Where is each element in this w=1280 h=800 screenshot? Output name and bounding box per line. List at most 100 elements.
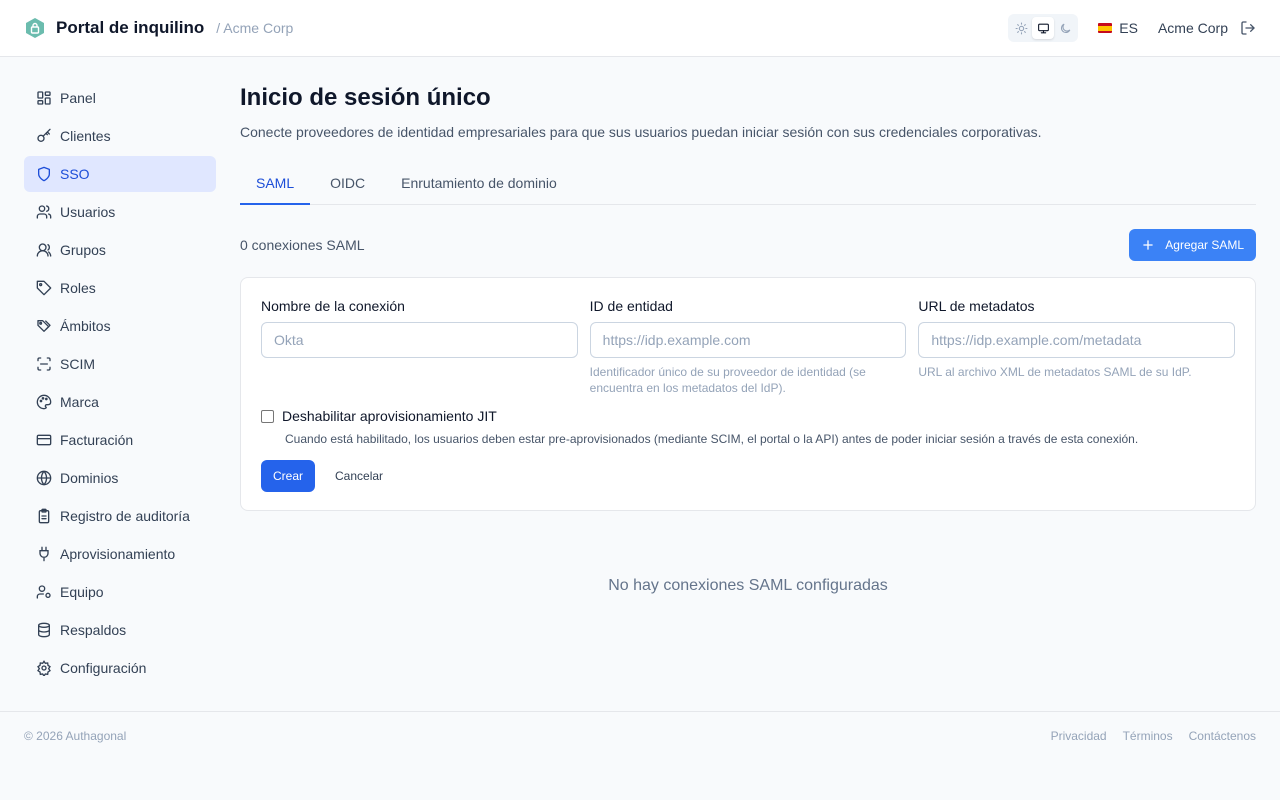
contact-link[interactable]: Contáctenos (1189, 729, 1256, 743)
add-saml-button[interactable]: Agregar SAML (1129, 229, 1256, 261)
new-saml-connection-form: Nombre de la conexión ID de entidad Iden… (240, 277, 1256, 511)
connection-count: 0 conexiones SAML (240, 237, 365, 253)
sidebar-item-label: SCIM (60, 356, 95, 372)
spain-flag-icon (1098, 23, 1113, 33)
globe-icon (36, 470, 52, 486)
sidebar-item-ambitos[interactable]: Ámbitos (24, 308, 216, 344)
key-icon (36, 128, 52, 144)
sidebar-nav: Panel Clientes SSO Usuarios Grupos Roles… (24, 80, 216, 688)
monitor-icon[interactable] (1032, 17, 1055, 39)
sidebar-item-clientes[interactable]: Clientes (24, 118, 216, 154)
sidebar-item-label: Panel (60, 90, 96, 106)
metadata-url-hint: URL al archivo XML de metadatos SAML de … (918, 365, 1192, 379)
connection-name-field: Nombre de la conexión (261, 298, 578, 396)
metadata-url-label: URL de metadatos (918, 298, 1035, 314)
sidebar-item-label: Usuarios (60, 204, 116, 220)
sidebar-item-aprovisionamiento[interactable]: Aprovisionamiento (24, 536, 216, 572)
tab-domain-routing[interactable]: Enrutamiento de dominio (385, 162, 573, 204)
connection-name-input[interactable] (261, 322, 578, 358)
clipboard-icon (36, 508, 52, 524)
main-content: Inicio de sesión único Conecte proveedor… (240, 80, 1256, 595)
app-footer: © 2026 Authagonal Privacidad Términos Co… (0, 711, 1280, 759)
sun-icon[interactable] (1010, 17, 1032, 39)
sidebar-item-label: Clientes (60, 128, 111, 144)
privacy-link[interactable]: Privacidad (1051, 729, 1107, 743)
sidebar-item-label: Marca (60, 394, 99, 410)
sidebar-item-label: Grupos (60, 242, 106, 258)
sidebar-item-facturacion[interactable]: Facturación (24, 422, 216, 458)
theme-switcher (1008, 14, 1079, 42)
sidebar-item-panel[interactable]: Panel (24, 80, 216, 116)
palette-icon (36, 394, 52, 410)
sidebar-item-label: Facturación (60, 432, 134, 448)
cancel-button[interactable]: Cancelar (323, 460, 395, 492)
sidebar-item-label: Aprovisionamiento (60, 546, 176, 562)
user-cog-icon (36, 584, 52, 600)
entity-id-label: ID de entidad (589, 298, 673, 314)
disable-jit-checkbox[interactable] (261, 409, 274, 423)
scan-icon (36, 356, 52, 372)
shield-icon (36, 166, 52, 182)
sidebar-item-usuarios[interactable]: Usuarios (24, 194, 216, 230)
sidebar-item-marca[interactable]: Marca (24, 384, 216, 420)
sidebar-item-label: Respaldos (60, 622, 127, 638)
brand[interactable]: Portal de inquilino / Acme Corp (24, 17, 293, 39)
sidebar-item-label: Configuración (60, 660, 147, 676)
empty-state: No hay conexiones SAML configuradas (608, 577, 888, 594)
sidebar-item-label: SSO (60, 166, 90, 182)
org-name[interactable]: Acme Corp (1158, 20, 1228, 36)
app-title: Portal de inquilino (56, 18, 205, 37)
jit-help-text: Cuando está habilitado, los usuarios deb… (285, 432, 1139, 446)
tags-icon (36, 318, 52, 334)
tab-bar: SAML OIDC Enrutamiento de dominio (240, 162, 1256, 205)
form-actions: Crear Cancelar (261, 460, 1235, 492)
sidebar-item-label: Ámbitos (60, 318, 111, 334)
copyright: © 2026 Authagonal (24, 728, 127, 743)
tab-saml[interactable]: SAML (240, 162, 311, 205)
tag-icon (36, 280, 52, 296)
users-icon (36, 204, 52, 220)
language-code: ES (1119, 20, 1138, 36)
page-title: Inicio de sesión único (240, 84, 491, 111)
plug-icon (36, 546, 52, 562)
credit-card-icon (36, 432, 52, 448)
tenant-name: / Acme Corp (216, 20, 294, 36)
gear-icon (36, 660, 52, 676)
shield-lock-logo-icon (24, 17, 46, 39)
sidebar-item-label: Roles (60, 280, 96, 296)
logout-icon[interactable] (1240, 20, 1256, 36)
metadata-url-input[interactable] (918, 322, 1236, 358)
terms-link[interactable]: Términos (1123, 729, 1173, 743)
entity-id-hint: Identificador único de su proveedor de i… (589, 365, 866, 395)
create-button[interactable]: Crear (261, 460, 316, 492)
entity-id-input[interactable] (589, 322, 907, 358)
connection-name-label: Nombre de la conexión (261, 298, 405, 314)
sidebar-item-roles[interactable]: Roles (24, 270, 216, 306)
moon-icon[interactable] (1054, 17, 1076, 39)
toolbar: 0 conexiones SAML Agregar SAML (240, 229, 1256, 261)
sidebar-item-respaldos[interactable]: Respaldos (24, 612, 216, 648)
sidebar-item-scim[interactable]: SCIM (24, 346, 216, 382)
group-icon (36, 242, 52, 258)
app-header: Portal de inquilino / Acme Corp ES Acme … (0, 0, 1280, 57)
tab-oidc[interactable]: OIDC (314, 162, 381, 204)
add-saml-label: Agregar SAML (1165, 238, 1244, 252)
sidebar-item-label: Registro de auditoría (60, 508, 190, 524)
metadata-url-field: URL de metadatos URL al archivo XML de m… (918, 298, 1236, 396)
sidebar-item-sso[interactable]: SSO (24, 156, 216, 192)
dashboard-icon (36, 90, 52, 106)
page-description: Conecte proveedores de identidad empresa… (240, 124, 1042, 140)
jit-option: Deshabilitar aprovisionamiento JIT (261, 408, 1235, 424)
sidebar-item-registro-auditoria[interactable]: Registro de auditoría (24, 498, 216, 534)
sidebar-item-label: Equipo (60, 584, 104, 600)
database-icon (36, 622, 52, 638)
sidebar-item-dominios[interactable]: Dominios (24, 460, 216, 496)
sidebar-item-equipo[interactable]: Equipo (24, 574, 216, 610)
language-selector[interactable]: ES (1098, 20, 1138, 36)
sidebar-item-grupos[interactable]: Grupos (24, 232, 216, 268)
plus-icon (1141, 238, 1155, 252)
disable-jit-label[interactable]: Deshabilitar aprovisionamiento JIT (282, 408, 497, 424)
sidebar-item-configuracion[interactable]: Configuración (24, 650, 216, 686)
sidebar-item-label: Dominios (60, 470, 119, 486)
entity-id-field: ID de entidad Identificador único de su … (589, 298, 907, 396)
